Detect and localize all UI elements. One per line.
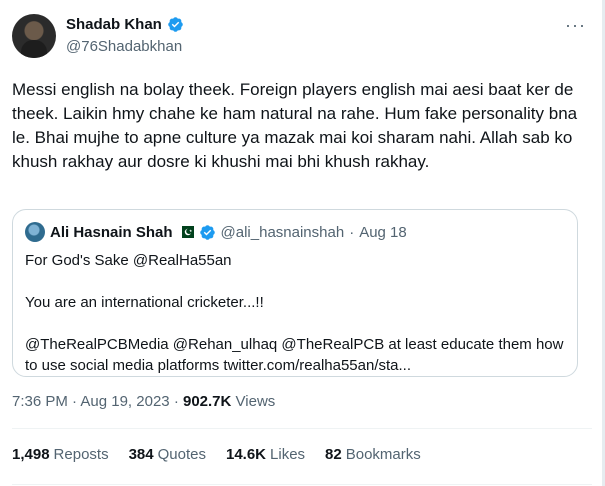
divider bbox=[12, 484, 592, 485]
meta-separator: · bbox=[72, 393, 78, 410]
quoted-tweet-body: For God's Sake @RealHa55an You are an in… bbox=[25, 250, 570, 376]
author-handle[interactable]: @76Shadabkhan bbox=[66, 38, 182, 55]
stat-reposts[interactable]: 1,498 Reposts bbox=[12, 446, 109, 463]
quoted-tweet-card[interactable]: Ali Hasnain Shah @ali_hasnainshah · Aug … bbox=[12, 209, 578, 377]
stat-quotes[interactable]: 384 Quotes bbox=[129, 446, 206, 463]
likes-count: 14.6K bbox=[225, 446, 267, 463]
bookmarks-label: Bookmarks bbox=[345, 446, 421, 463]
tweet-text: Messi english na bolay theek. Foreign pl… bbox=[12, 80, 582, 171]
quoted-avatar bbox=[25, 222, 45, 242]
divider bbox=[12, 428, 592, 429]
quoted-verified-badge-icon bbox=[199, 224, 215, 240]
avatar[interactable] bbox=[12, 14, 56, 58]
engagement-stats: 1,498 Reposts 384 Quotes 14.6K Likes 82 Book… bbox=[12, 446, 421, 463]
likes-label: Likes bbox=[270, 446, 306, 463]
tweet-date[interactable]: Aug 19, 2023 bbox=[80, 393, 169, 410]
bookmarks-count: 82 bbox=[325, 446, 342, 463]
quoted-line: For God's Sake @RealHa55an bbox=[25, 252, 232, 269]
views-count: 902.7K bbox=[182, 393, 232, 410]
verified-badge-icon bbox=[168, 17, 183, 32]
quoted-line: @TheRealPCBMedia @Rehan_ulhaq @TheRealPC… bbox=[25, 336, 564, 374]
author-name-line: Shadab Khan bbox=[66, 16, 184, 33]
quoted-date: Aug 18 bbox=[359, 223, 407, 241]
tweet-author: Shadab Khan @76Shadabkhan ··· bbox=[12, 14, 592, 60]
stat-likes[interactable]: 14.6K Likes bbox=[226, 446, 305, 463]
stat-bookmarks[interactable]: 82 Bookmarks bbox=[325, 446, 421, 463]
tweet-meta: 7:36 PM · Aug 19, 2023 · 902.7K Views bbox=[12, 393, 275, 410]
quoted-blank-line bbox=[25, 271, 570, 292]
quoted-handle: @ali_hasnainshah bbox=[220, 223, 345, 241]
quoted-tweet-header: Ali Hasnain Shah @ali_hasnainshah · Aug … bbox=[25, 222, 407, 242]
tweet-time[interactable]: 7:36 PM bbox=[12, 393, 68, 410]
reposts-count: 1,498 bbox=[12, 446, 50, 463]
quoted-separator: · bbox=[349, 223, 355, 241]
quoted-line: You are an international cricketer...!! bbox=[25, 294, 264, 311]
author-display-name[interactable]: Shadab Khan bbox=[66, 16, 162, 33]
quotes-count: 384 bbox=[128, 446, 154, 463]
quoted-blank-line bbox=[25, 313, 570, 334]
quotes-label: Quotes bbox=[157, 446, 206, 463]
more-options-icon[interactable]: ··· bbox=[565, 16, 586, 34]
reposts-label: Reposts bbox=[53, 446, 109, 463]
meta-separator: · bbox=[173, 393, 179, 410]
views-label: Views bbox=[235, 393, 276, 410]
pakistan-flag-icon bbox=[177, 226, 194, 238]
quoted-display-name: Ali Hasnain Shah bbox=[50, 223, 173, 241]
